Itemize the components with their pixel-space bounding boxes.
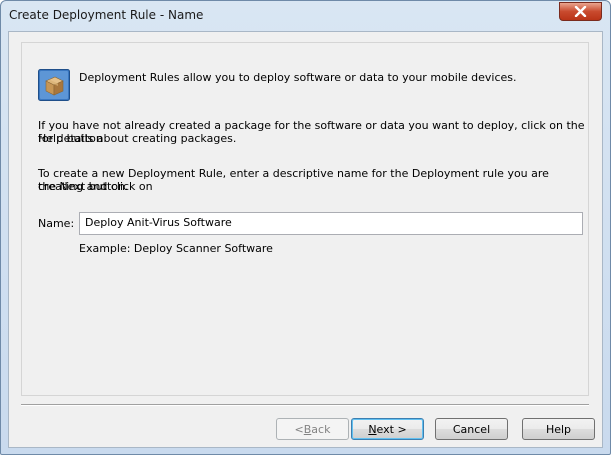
name-label: Name: [38, 217, 75, 230]
package-icon [38, 69, 70, 101]
close-icon [574, 6, 587, 17]
dialog-window: Create Deployment Rule - Name Deployment… [0, 0, 611, 455]
help-text-line-2: for details about creating packages. [38, 132, 237, 145]
back-button[interactable]: < Back [276, 418, 349, 440]
separator [21, 404, 589, 406]
next-button-accesskey: N [368, 422, 377, 436]
back-button-accesskey: B [303, 422, 312, 436]
next-button-label-suffix: ext > [376, 422, 407, 436]
window-title: Create Deployment Rule - Name [9, 8, 204, 22]
help-button[interactable]: Help [522, 418, 595, 440]
name-input[interactable]: Deploy Anit-Virus Software [79, 212, 583, 235]
content-panel: Deployment Rules allow you to deploy sof… [21, 42, 589, 396]
title-bar[interactable]: Create Deployment Rule - Name [1, 1, 610, 31]
dialog-client-area: Deployment Rules allow you to deploy sof… [8, 31, 603, 448]
back-button-label-suffix: ack [311, 422, 331, 436]
example-text: Example: Deploy Scanner Software [79, 242, 273, 255]
cancel-button[interactable]: Cancel [435, 418, 508, 440]
next-button[interactable]: Next > [351, 418, 424, 440]
instructions-line-2: the Next button. [38, 180, 129, 193]
close-button[interactable] [559, 2, 602, 21]
intro-text: Deployment Rules allow you to deploy sof… [79, 71, 517, 84]
back-button-label-prefix: < [294, 422, 304, 436]
